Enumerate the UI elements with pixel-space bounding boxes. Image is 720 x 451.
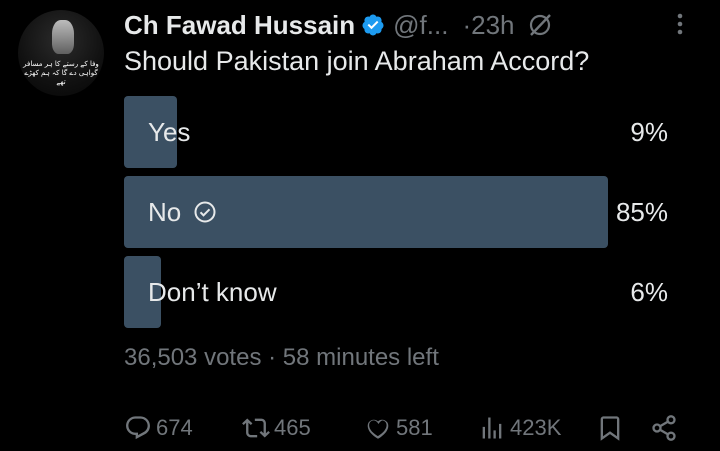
share-button[interactable] — [650, 410, 682, 446]
like-button[interactable]: 581 — [364, 410, 433, 446]
like-icon — [367, 419, 389, 439]
poll-option-percent: 9% — [630, 117, 668, 147]
vote-count: 36,503 votes — [124, 344, 262, 371]
summary-dot: · — [268, 344, 277, 371]
repost-icon — [242, 418, 270, 438]
time-separator: · — [462, 9, 472, 40]
more-icon[interactable] — [672, 8, 688, 40]
repost-button[interactable]: 465 — [242, 410, 311, 446]
views-icon — [482, 417, 502, 439]
post-header: Ch Fawad Hussain @f... ·23h — [124, 8, 553, 42]
poll-option-yes: Yes 9% — [124, 96, 668, 168]
poll-option-no: No 85% — [124, 176, 668, 248]
check-circle-icon — [194, 201, 216, 223]
share-icon — [652, 415, 676, 441]
views-button[interactable]: 423K — [478, 410, 561, 446]
reply-icon — [126, 416, 150, 440]
author-name[interactable]: Ch Fawad Hussain — [124, 10, 355, 41]
repost-count: 465 — [274, 415, 311, 440]
bookmark-button[interactable] — [596, 410, 628, 446]
poll-option-label: No — [148, 176, 217, 248]
post-time[interactable]: ·23h — [462, 10, 514, 41]
poll-option-label: Don’t know — [148, 277, 277, 307]
time-left: 58 minutes left — [282, 344, 439, 371]
poll-option-label: Yes — [148, 117, 191, 147]
poll-summary: 36,503 votes · 58 minutes left — [124, 344, 439, 372]
avatar-figure — [52, 20, 74, 54]
verified-badge-icon[interactable] — [361, 13, 385, 37]
reply-button[interactable]: 674 — [124, 410, 193, 446]
action-bar: 674 465 581 423K — [124, 410, 684, 446]
avatar-caption: وفا کے رستے کا ہر مسافر گواہی دے گا کہ ہ… — [23, 60, 99, 86]
author-handle[interactable]: @f... — [393, 10, 448, 41]
poll-option-dont-know: Don’t know 6% — [124, 256, 668, 328]
reply-count: 674 — [156, 415, 193, 440]
time-value: 23h — [471, 9, 515, 40]
avatar[interactable]: وفا کے رستے کا ہر مسافر گواہی دے گا کہ ہ… — [18, 10, 104, 96]
poll-question: Should Pakistan join Abraham Accord? — [124, 46, 590, 76]
like-count: 581 — [396, 415, 433, 440]
bookmark-icon — [600, 416, 620, 441]
views-count: 423K — [510, 415, 562, 440]
poll-option-percent: 6% — [630, 277, 668, 307]
poll-option-percent: 85% — [615, 197, 668, 227]
grok-icon[interactable] — [527, 12, 553, 38]
